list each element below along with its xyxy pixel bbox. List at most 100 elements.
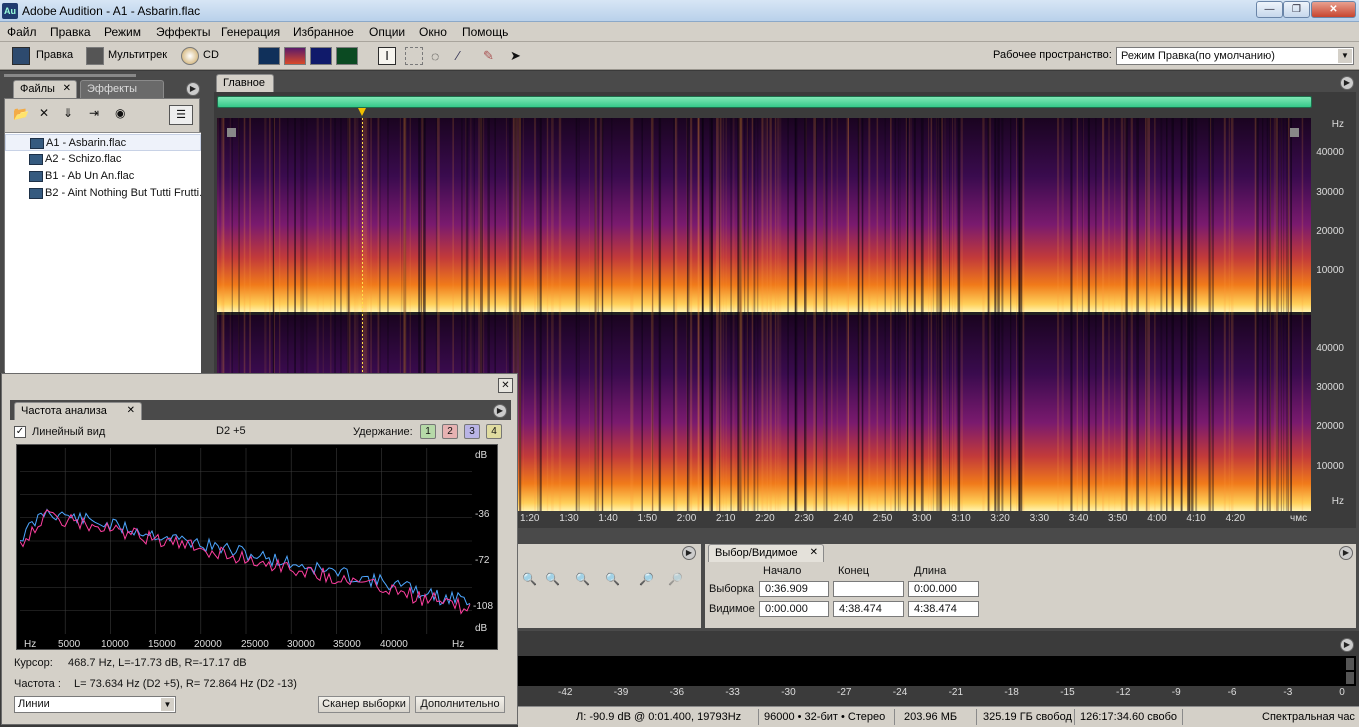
- import-icon[interactable]: ⇓: [63, 106, 81, 122]
- hold-button-4[interactable]: 4: [486, 424, 502, 439]
- visible-start-field[interactable]: 0:00.000: [759, 601, 829, 617]
- spectral-transient: [599, 118, 603, 511]
- phase-view-icon[interactable]: [336, 47, 358, 65]
- scrub-tool-icon[interactable]: ➤: [510, 47, 528, 65]
- tab-files[interactable]: Файлы ✕: [13, 80, 77, 98]
- overview-scrollbar[interactable]: [217, 96, 1312, 108]
- col-end-label: Конец: [838, 565, 870, 577]
- edit-view-icon[interactable]: [12, 47, 30, 65]
- close-tab-icon[interactable]: ✕: [63, 83, 71, 94]
- menu-generate[interactable]: Генерация: [221, 25, 280, 39]
- time-select-tool-icon[interactable]: I: [378, 47, 396, 65]
- zoom-out-full-icon[interactable]: 🔍: [575, 572, 591, 588]
- multitrack-icon[interactable]: [86, 47, 104, 65]
- frequency-ruler[interactable]: Hz 40000 30000 20000 10000 40000 30000 2…: [1312, 118, 1356, 511]
- time-tick: 2:00: [676, 513, 697, 524]
- list-item[interactable]: B2 - Aint Nothing But Tutti Frutti.fl: [5, 185, 201, 202]
- waveform-view-icon[interactable]: [258, 47, 280, 65]
- brush-tool-icon[interactable]: ⁄: [457, 47, 475, 65]
- hold-button-2[interactable]: 2: [442, 424, 458, 439]
- close-tab-icon[interactable]: ✕: [810, 547, 818, 558]
- menu-view[interactable]: Режим: [104, 25, 141, 39]
- tab-main[interactable]: Главное: [216, 74, 274, 92]
- close-file-icon[interactable]: ✕: [39, 106, 57, 122]
- close-window-button[interactable]: ✕: [1311, 1, 1356, 18]
- menu-help[interactable]: Помощь: [462, 25, 508, 39]
- menu-options[interactable]: Опции: [369, 25, 405, 39]
- list-item[interactable]: B1 - Ab Un An.flac: [5, 168, 201, 185]
- zoom-in-icon[interactable]: 🔍: [605, 572, 621, 588]
- spectral-view-icon[interactable]: [284, 47, 306, 65]
- edit-view-button[interactable]: Правка: [36, 49, 73, 61]
- open-file-icon[interactable]: 📂: [13, 106, 31, 122]
- spectral-transient: [751, 118, 754, 511]
- display-mode-select[interactable]: Линии ▼: [14, 696, 176, 713]
- selection-end-field[interactable]: [833, 581, 904, 597]
- selection-length-field[interactable]: 0:00.000: [908, 581, 979, 597]
- multitrack-button[interactable]: Мультитрек: [108, 49, 167, 61]
- clip-indicator[interactable]: [1346, 672, 1354, 684]
- list-item[interactable]: A1 - Asbarin.flac: [5, 134, 201, 151]
- tab-effects[interactable]: Эффекты: [80, 80, 164, 98]
- spectral-transient: [913, 118, 916, 511]
- hold-button-3[interactable]: 3: [464, 424, 480, 439]
- spectral-transient: [630, 118, 633, 511]
- row-visible-label: Видимое: [709, 603, 755, 615]
- cd-view-button[interactable]: CD: [203, 49, 219, 61]
- panel-menu-icon[interactable]: ▶: [682, 546, 696, 560]
- tab-frequency-analysis[interactable]: Частота анализа ✕: [14, 402, 142, 420]
- cd-icon[interactable]: [181, 47, 199, 65]
- panel-grip[interactable]: [4, 74, 136, 77]
- menu-window[interactable]: Окно: [419, 25, 447, 39]
- lasso-tool-icon[interactable]: ◌: [431, 47, 449, 65]
- panel-menu-icon[interactable]: ▶: [1340, 638, 1354, 652]
- spectral-transient: [673, 118, 675, 511]
- clip-indicator[interactable]: [1346, 658, 1354, 670]
- maximize-button[interactable]: ❐: [1283, 1, 1310, 18]
- list-item[interactable]: A2 - Schizo.flac: [5, 151, 201, 168]
- spectral-transient: [861, 118, 864, 511]
- menu-favorites[interactable]: Избранное: [293, 25, 354, 39]
- tab-selection-view[interactable]: Выбор/Видимое ✕: [708, 544, 824, 562]
- menu-file[interactable]: Файл: [7, 25, 37, 39]
- menu-edit[interactable]: Правка: [50, 25, 91, 39]
- zoom-in-vertical-icon[interactable]: 🔎: [639, 572, 655, 588]
- visible-end-field[interactable]: 4:38.474: [833, 601, 904, 617]
- minimize-button[interactable]: —: [1256, 1, 1283, 18]
- zoom-in-left-icon[interactable]: 🔍: [522, 572, 538, 588]
- zoom-corner-icon[interactable]: [227, 128, 236, 137]
- healing-tool-icon[interactable]: ✎: [483, 47, 501, 65]
- close-icon[interactable]: ✕: [498, 378, 513, 393]
- marquee-tool-icon[interactable]: [405, 47, 423, 65]
- time-tick: 3:30: [1029, 513, 1050, 524]
- menu-effects[interactable]: Эффекты: [156, 25, 211, 39]
- spectral-transient: [1061, 118, 1064, 511]
- play-icon[interactable]: ◉: [115, 106, 133, 122]
- pan-view-icon[interactable]: [310, 47, 332, 65]
- time-tick: 3:20: [990, 513, 1010, 524]
- zoom-selection-icon[interactable]: 🔍: [545, 572, 561, 588]
- panel-menu-icon[interactable]: ▶: [493, 404, 507, 418]
- visible-length-field[interactable]: 4:38.474: [908, 601, 979, 617]
- insert-icon[interactable]: ⇥: [89, 106, 107, 122]
- workspace-select[interactable]: Режим Правка(по умолчанию) ▼: [1116, 47, 1354, 65]
- spectral-transient: [957, 118, 961, 511]
- linear-view-checkbox[interactable]: ✓: [14, 426, 26, 438]
- panel-menu-icon[interactable]: ▶: [1340, 76, 1354, 90]
- close-tab-icon[interactable]: ✕: [127, 405, 135, 416]
- zoom-corner-icon[interactable]: [1290, 128, 1299, 137]
- spectrum-plot[interactable]: [20, 448, 472, 634]
- analysis-window-titlebar[interactable]: ✕: [2, 374, 517, 398]
- scan-selection-button[interactable]: Сканер выборки: [318, 696, 410, 713]
- chevron-down-icon[interactable]: ▼: [1338, 49, 1352, 63]
- spectral-transient: [831, 118, 833, 511]
- panel-menu-icon[interactable]: ▶: [1339, 546, 1353, 560]
- hold-button-1[interactable]: 1: [420, 424, 436, 439]
- panel-menu-icon[interactable]: ▶: [186, 82, 200, 96]
- cursor-value: 468.7 Hz, L=-17.73 dB, R=-17.17 dB: [68, 657, 247, 669]
- selection-start-field[interactable]: 0:36.909: [759, 581, 829, 597]
- chevron-down-icon[interactable]: ▼: [161, 698, 174, 711]
- advanced-button[interactable]: Дополнительно: [415, 696, 505, 713]
- zoom-out-vertical-icon[interactable]: 🔎: [668, 572, 684, 588]
- show-options-icon[interactable]: ☰: [169, 105, 193, 125]
